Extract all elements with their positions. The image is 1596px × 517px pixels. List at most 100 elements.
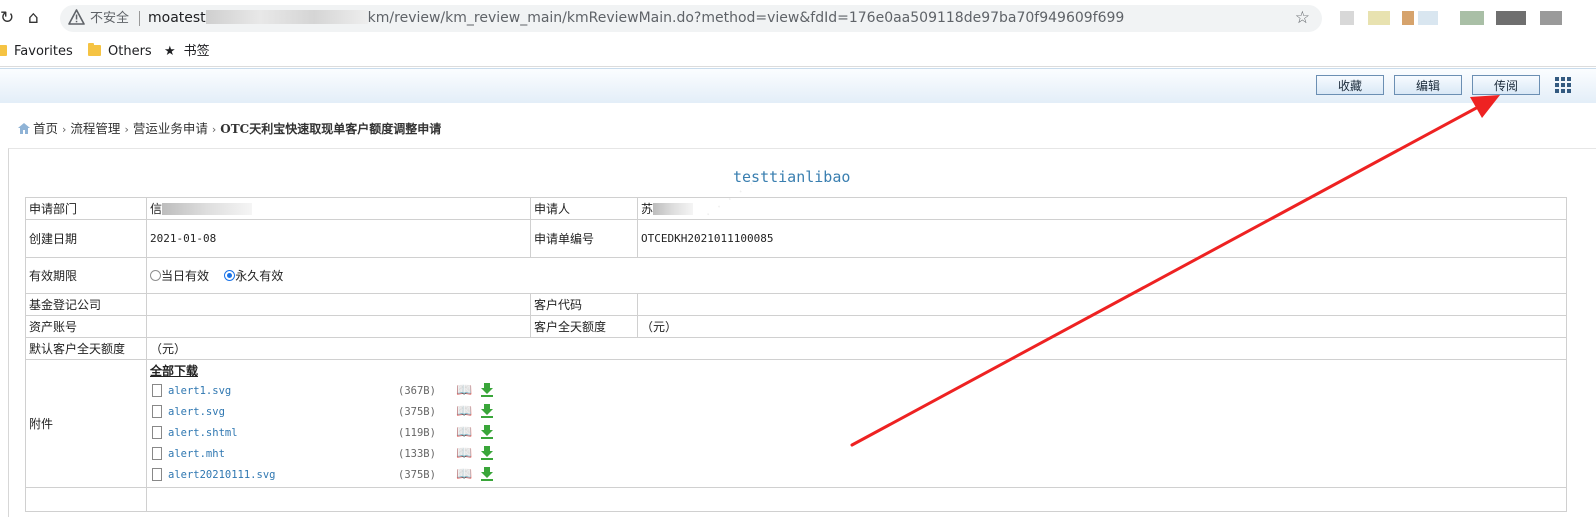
reload-icon[interactable]: ↻: [0, 8, 14, 28]
folder-icon: [88, 43, 101, 56]
preview-book-icon[interactable]: 📖: [456, 467, 472, 482]
omnibox[interactable]: 不安全 moatest km/review/km_review_main/kmRe…: [60, 5, 1322, 32]
created-value: 2021-01-08: [146, 219, 531, 258]
document-frame: · · · · · · testtianlibao 申请部门 信 申请人 苏 创…: [8, 148, 1596, 517]
file-icon: [152, 405, 162, 418]
empty-cell: [146, 487, 1567, 512]
attachment-row: alert.svg (375B) 📖: [150, 402, 1563, 423]
browser-address-bar: ↻ ⌂ 不安全 moatest km/review/km_review_main/…: [0, 0, 1596, 39]
preview-book-icon[interactable]: 📖: [456, 383, 472, 398]
radio-permanent[interactable]: [224, 270, 236, 281]
attachment-row: alert20210111.svg (375B) 📖: [150, 465, 1563, 486]
fund-company-label: 基金登记公司: [25, 293, 147, 316]
star-icon: ★: [164, 44, 176, 59]
customer-code-value: [637, 293, 1567, 316]
breadcrumb-current: OTC天利宝快速取现单客户额度调整申请: [220, 122, 442, 136]
form-no-label: 申请单编号: [530, 219, 638, 258]
attachment-list: 全部下载 alert1.svg (367B) 📖 alert.svg (375B) 📖 …: [146, 359, 1567, 488]
asset-account-value: [146, 315, 531, 338]
url-host: moatest: [148, 10, 206, 26]
download-icon[interactable]: [480, 403, 494, 418]
file-icon: [152, 426, 162, 439]
chevron-right-icon: ›: [211, 123, 217, 136]
created-label: 创建日期: [25, 219, 147, 258]
grid-menu-icon[interactable]: [1554, 76, 1572, 94]
bookmark-bookmarks[interactable]: ★ 书签: [164, 43, 210, 61]
download-icon[interactable]: [480, 445, 494, 460]
fund-company-value: [146, 293, 531, 316]
home-icon[interactable]: ⌂: [28, 8, 39, 28]
bookmarks-bar: Favorites Others ★ 书签: [0, 38, 1596, 67]
file-icon: [152, 447, 162, 460]
bookmark-label: 书签: [183, 44, 210, 59]
file-size: (367B): [398, 385, 436, 397]
customer-code-label: 客户代码: [530, 293, 638, 316]
file-size: (133B): [398, 448, 436, 460]
url-path: km/review/km_review_main/kmReviewMain.do…: [367, 10, 1125, 26]
daily-limit-label: 客户全天额度: [530, 315, 638, 338]
extension-icon[interactable]: [1540, 11, 1562, 25]
download-all-link[interactable]: 全部下载: [150, 363, 1563, 381]
file-icon: [152, 468, 162, 481]
preview-book-icon[interactable]: 📖: [456, 446, 472, 461]
radio-label: 永久有效: [235, 269, 284, 283]
home-icon: [18, 123, 30, 134]
asset-account-label: 资产账号: [25, 315, 147, 338]
dept-text: 信: [150, 202, 163, 216]
validity-options: 当日有效 永久有效: [146, 257, 1567, 294]
omnibox-divider: [139, 11, 140, 26]
chevron-right-icon: ›: [124, 123, 129, 136]
redacted-host: [205, 10, 368, 24]
bookmark-others[interactable]: Others: [88, 43, 152, 61]
redacted-text: [653, 203, 694, 215]
extension-icon[interactable]: [1368, 11, 1390, 25]
file-name[interactable]: alert.mht: [168, 448, 225, 460]
bookmark-label: Others: [108, 44, 152, 59]
edit-button[interactable]: 编辑: [1394, 75, 1462, 95]
extension-icon[interactable]: [1418, 11, 1438, 25]
form-no-value: OTCEDKH2021011100085: [637, 219, 1567, 258]
breadcrumb-process[interactable]: 流程管理: [70, 121, 120, 136]
extension-icon[interactable]: [1460, 11, 1484, 25]
review-form-table: 申请部门 信 申请人 苏 创建日期 2021-01-08 申请单编号 OTCED…: [25, 197, 1567, 512]
preview-book-icon[interactable]: 📖: [456, 425, 472, 440]
url-text[interactable]: moatest km/review/km_review_main/kmReview…: [148, 9, 1124, 28]
breadcrumb: 首页 › 流程管理 › 营运业务申请 › OTC天利宝快速取现单客户额度调整申请: [18, 121, 441, 138]
bookmark-favorites[interactable]: Favorites: [0, 43, 73, 61]
attachment-label: 附件: [25, 359, 147, 488]
default-limit-label: 默认客户全天额度: [25, 337, 147, 360]
attachment-row: alert.mht (133B) 📖: [150, 444, 1563, 465]
validity-label: 有效期限: [25, 257, 147, 294]
download-icon[interactable]: [480, 466, 494, 481]
extension-icon[interactable]: [1496, 11, 1526, 25]
preview-book-icon[interactable]: 📖: [456, 404, 472, 419]
file-size: (375B): [398, 469, 436, 481]
breadcrumb-ops[interactable]: 营运业务申请: [133, 121, 208, 136]
insecure-label[interactable]: 不安全: [90, 10, 129, 27]
applicant-value: 苏: [637, 197, 1567, 220]
folder-icon: [0, 45, 7, 56]
warning-icon[interactable]: [68, 9, 85, 26]
favorite-button[interactable]: 收藏: [1316, 75, 1384, 95]
file-name[interactable]: alert20210111.svg: [168, 469, 275, 481]
dept-value: 信: [146, 197, 531, 220]
breadcrumb-home[interactable]: 首页: [33, 121, 58, 136]
download-icon[interactable]: [480, 424, 494, 439]
download-icon[interactable]: [480, 382, 494, 397]
file-name[interactable]: alert1.svg: [168, 385, 231, 397]
extension-icon[interactable]: [1340, 11, 1354, 25]
circulate-button[interactable]: 传阅: [1472, 75, 1540, 95]
file-size: (119B): [398, 427, 436, 439]
empty-cell: [25, 487, 147, 512]
default-limit-value: （元）: [146, 337, 1567, 360]
breadcrumb-bar: 首页 › 流程管理 › 营运业务申请 › OTC天利宝快速取现单客户额度调整申请: [0, 103, 1596, 147]
daily-limit-value: （元）: [637, 315, 1567, 338]
applicant-text: 苏: [641, 202, 654, 216]
toolbar: 收藏 编辑 传阅: [0, 68, 1596, 104]
file-name[interactable]: alert.svg: [168, 406, 225, 418]
radio-same-day[interactable]: [150, 270, 161, 281]
bookmark-star-icon[interactable]: ☆: [1295, 8, 1310, 28]
extension-icon[interactable]: [1402, 11, 1414, 25]
bookmark-label: Favorites: [14, 44, 73, 59]
file-name[interactable]: alert.shtml: [168, 427, 238, 439]
